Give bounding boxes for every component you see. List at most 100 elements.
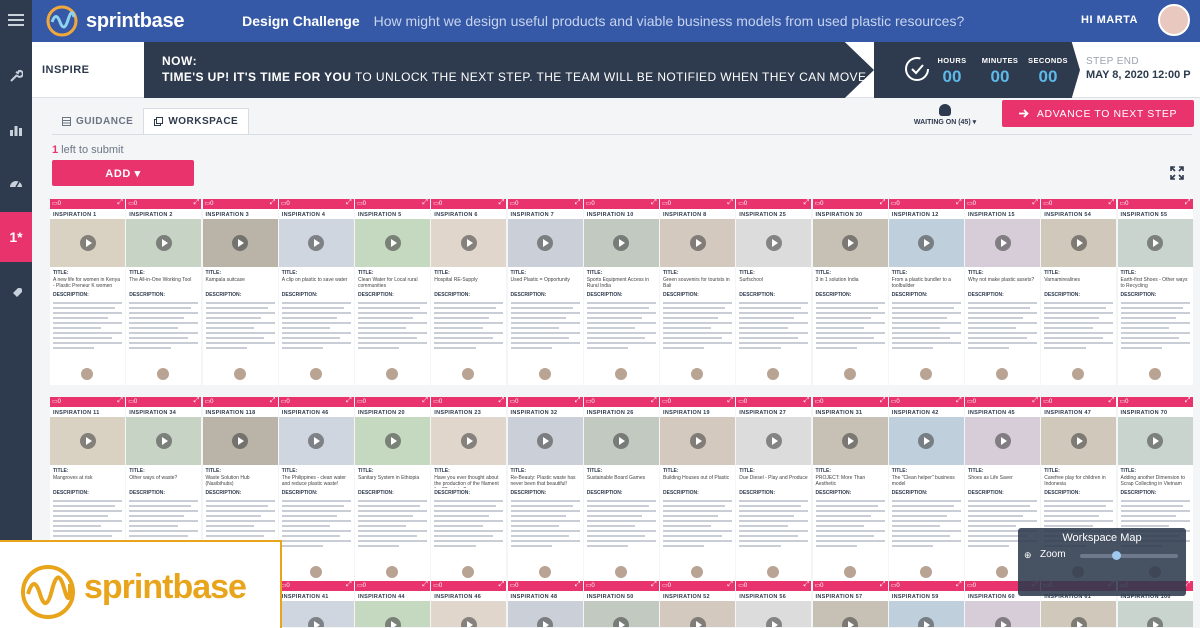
comment-icon[interactable]: ▭0 (128, 398, 137, 405)
inspiration-card[interactable]: ▭0 ⤢ INSPIRATION 1 TITLE: A new life for wom… (50, 199, 125, 385)
inspiration-card[interactable]: ▭0 ⤢ INSPIRATION 27 TITLE: Due Diesel - Play… (736, 397, 812, 583)
comment-icon[interactable]: ▭0 (433, 398, 442, 405)
play-icon[interactable] (537, 617, 553, 627)
comment-icon[interactable]: ▭0 (281, 582, 290, 589)
tab-guidance[interactable]: GUIDANCE (52, 108, 143, 134)
card-video-thumbnail[interactable] (965, 417, 1040, 465)
expand-card-icon[interactable]: ⤢ (499, 581, 505, 589)
inspiration-card[interactable]: ▭0 ⤢ INSPIRATION 8 TITLE: Green souvenirs fo… (660, 199, 735, 385)
card-video-thumbnail[interactable] (355, 601, 430, 627)
expand-card-icon[interactable]: ⤢ (956, 581, 962, 589)
card-video-thumbnail[interactable] (355, 219, 430, 267)
expand-card-icon[interactable]: ⤢ (575, 199, 581, 207)
play-icon[interactable] (460, 617, 477, 627)
expand-card-icon[interactable]: ⤢ (1185, 199, 1191, 207)
expand-card-icon[interactable]: ⤢ (499, 199, 505, 207)
inspiration-card[interactable]: ▭0 ⤢ INSPIRATION 52 (660, 581, 735, 627)
card-video-thumbnail[interactable] (126, 219, 202, 267)
inspiration-card[interactable]: ▭0 ⤢ INSPIRATION 55 TITLE: Earth-first Shoes… (1117, 199, 1193, 385)
card-video-thumbnail[interactable] (507, 219, 583, 267)
inspiration-card[interactable]: ▭0 ⤢ INSPIRATION 26 TITLE: Sustainable Board… (583, 397, 659, 583)
comment-icon[interactable]: ▭0 (281, 200, 290, 207)
author-avatar[interactable] (918, 565, 933, 579)
expand-card-icon[interactable]: ⤢ (270, 199, 276, 207)
card-video-thumbnail[interactable] (1041, 219, 1117, 267)
play-icon[interactable] (613, 433, 630, 449)
inspiration-card[interactable]: ▭0 ⤢ INSPIRATION 42 TITLE: The "Clean helper… (888, 397, 964, 583)
expand-card-icon[interactable]: ⤢ (346, 581, 352, 589)
card-video-thumbnail[interactable] (50, 417, 125, 465)
play-icon[interactable] (460, 433, 477, 449)
expand-card-icon[interactable]: ⤢ (346, 199, 352, 207)
expand-card-icon[interactable]: ⤢ (117, 199, 123, 207)
play-icon[interactable] (1147, 235, 1163, 251)
play-icon[interactable] (765, 433, 782, 449)
author-avatar[interactable] (156, 367, 171, 381)
card-video-thumbnail[interactable] (812, 219, 888, 267)
card-video-thumbnail[interactable] (965, 219, 1040, 267)
author-avatar[interactable] (537, 565, 552, 579)
inspiration-card[interactable]: ▭0 ⤢ INSPIRATION 41 (278, 581, 354, 627)
inspiration-card[interactable]: ▭0 ⤢ INSPIRATION 31 TITLE: PROJECT: More Tha… (812, 397, 888, 583)
play-icon[interactable] (155, 235, 172, 251)
play-icon[interactable] (842, 617, 858, 627)
card-video-thumbnail[interactable] (583, 219, 659, 267)
expand-card-icon[interactable]: ⤢ (499, 397, 505, 405)
author-avatar[interactable] (80, 367, 94, 381)
inspiration-card[interactable]: ▭0 ⤢ INSPIRATION 25 TITLE: Surfschool DESCRIP… (736, 199, 812, 385)
comment-icon[interactable]: ▭0 (815, 398, 824, 405)
expand-card-icon[interactable]: ⤢ (575, 581, 581, 589)
comment-icon[interactable]: ▭0 (510, 398, 519, 405)
comment-icon[interactable]: ▭0 (815, 582, 824, 589)
card-video-thumbnail[interactable] (507, 417, 583, 465)
comment-icon[interactable]: ▭0 (662, 582, 671, 589)
card-video-thumbnail[interactable] (355, 417, 430, 465)
comment-icon[interactable]: ▭0 (891, 582, 900, 589)
author-avatar[interactable] (385, 565, 399, 579)
expand-card-icon[interactable]: ⤢ (194, 397, 200, 405)
author-avatar[interactable] (232, 367, 247, 381)
expand-card-icon[interactable]: ⤢ (346, 397, 352, 405)
comment-icon[interactable]: ▭0 (662, 200, 671, 207)
play-icon[interactable] (537, 433, 553, 449)
inspiration-card[interactable]: ▭0 ⤢ INSPIRATION 30 TITLE: 3 in 1 solution I… (812, 199, 888, 385)
play-icon[interactable] (994, 235, 1011, 251)
comment-icon[interactable]: ▭0 (357, 582, 366, 589)
play-icon[interactable] (1070, 617, 1087, 627)
inspiration-card[interactable]: ▭0 ⤢ INSPIRATION 48 (507, 581, 583, 627)
play-icon[interactable] (1147, 433, 1163, 449)
expand-card-icon[interactable]: ⤢ (880, 199, 886, 207)
waiting-on-dropdown[interactable]: WAITING ON (45) ▾ (905, 104, 985, 134)
comment-icon[interactable]: ▭0 (357, 398, 366, 405)
step-indicator[interactable]: 1* (0, 212, 32, 262)
card-video-thumbnail[interactable] (1041, 417, 1117, 465)
play-icon[interactable] (79, 433, 96, 449)
card-video-thumbnail[interactable] (1117, 601, 1193, 627)
expand-card-icon[interactable]: ⤢ (1109, 397, 1115, 405)
comment-icon[interactable]: ▭0 (1043, 200, 1052, 207)
expand-card-icon[interactable]: ⤢ (651, 397, 657, 405)
author-avatar[interactable] (842, 565, 857, 579)
inspiration-card[interactable]: ▭0 ⤢ INSPIRATION 56 (736, 581, 812, 627)
play-icon[interactable] (232, 235, 248, 251)
fullscreen-icon[interactable] (1170, 166, 1184, 180)
play-icon[interactable] (384, 433, 401, 449)
author-avatar[interactable] (537, 367, 552, 381)
play-icon[interactable] (613, 235, 630, 251)
card-video-thumbnail[interactable] (660, 219, 735, 267)
play-icon[interactable] (918, 617, 935, 627)
comment-icon[interactable]: ▭0 (967, 582, 976, 589)
card-video-thumbnail[interactable] (660, 601, 735, 627)
play-icon[interactable] (1070, 433, 1087, 449)
card-video-thumbnail[interactable] (278, 417, 354, 465)
inspiration-card[interactable]: ▭0 ⤢ INSPIRATION 19 TITLE: Building Houses o… (660, 397, 735, 583)
comment-icon[interactable]: ▭0 (1120, 398, 1129, 405)
inspiration-card[interactable]: ▭0 ⤢ INSPIRATION 2 TITLE: The All-in-One Wor… (126, 199, 202, 385)
inspiration-card[interactable]: ▭0 ⤢ INSPIRATION 44 (355, 581, 430, 627)
inspiration-card[interactable]: ▭0 ⤢ INSPIRATION 59 (888, 581, 964, 627)
card-video-thumbnail[interactable] (1041, 601, 1117, 627)
play-icon[interactable] (384, 235, 401, 251)
inspiration-card[interactable]: ▭0 ⤢ INSPIRATION 46 TITLE: The Philippines -… (278, 397, 354, 583)
comment-icon[interactable]: ▭0 (1043, 398, 1052, 405)
author-avatar[interactable] (1071, 367, 1086, 381)
